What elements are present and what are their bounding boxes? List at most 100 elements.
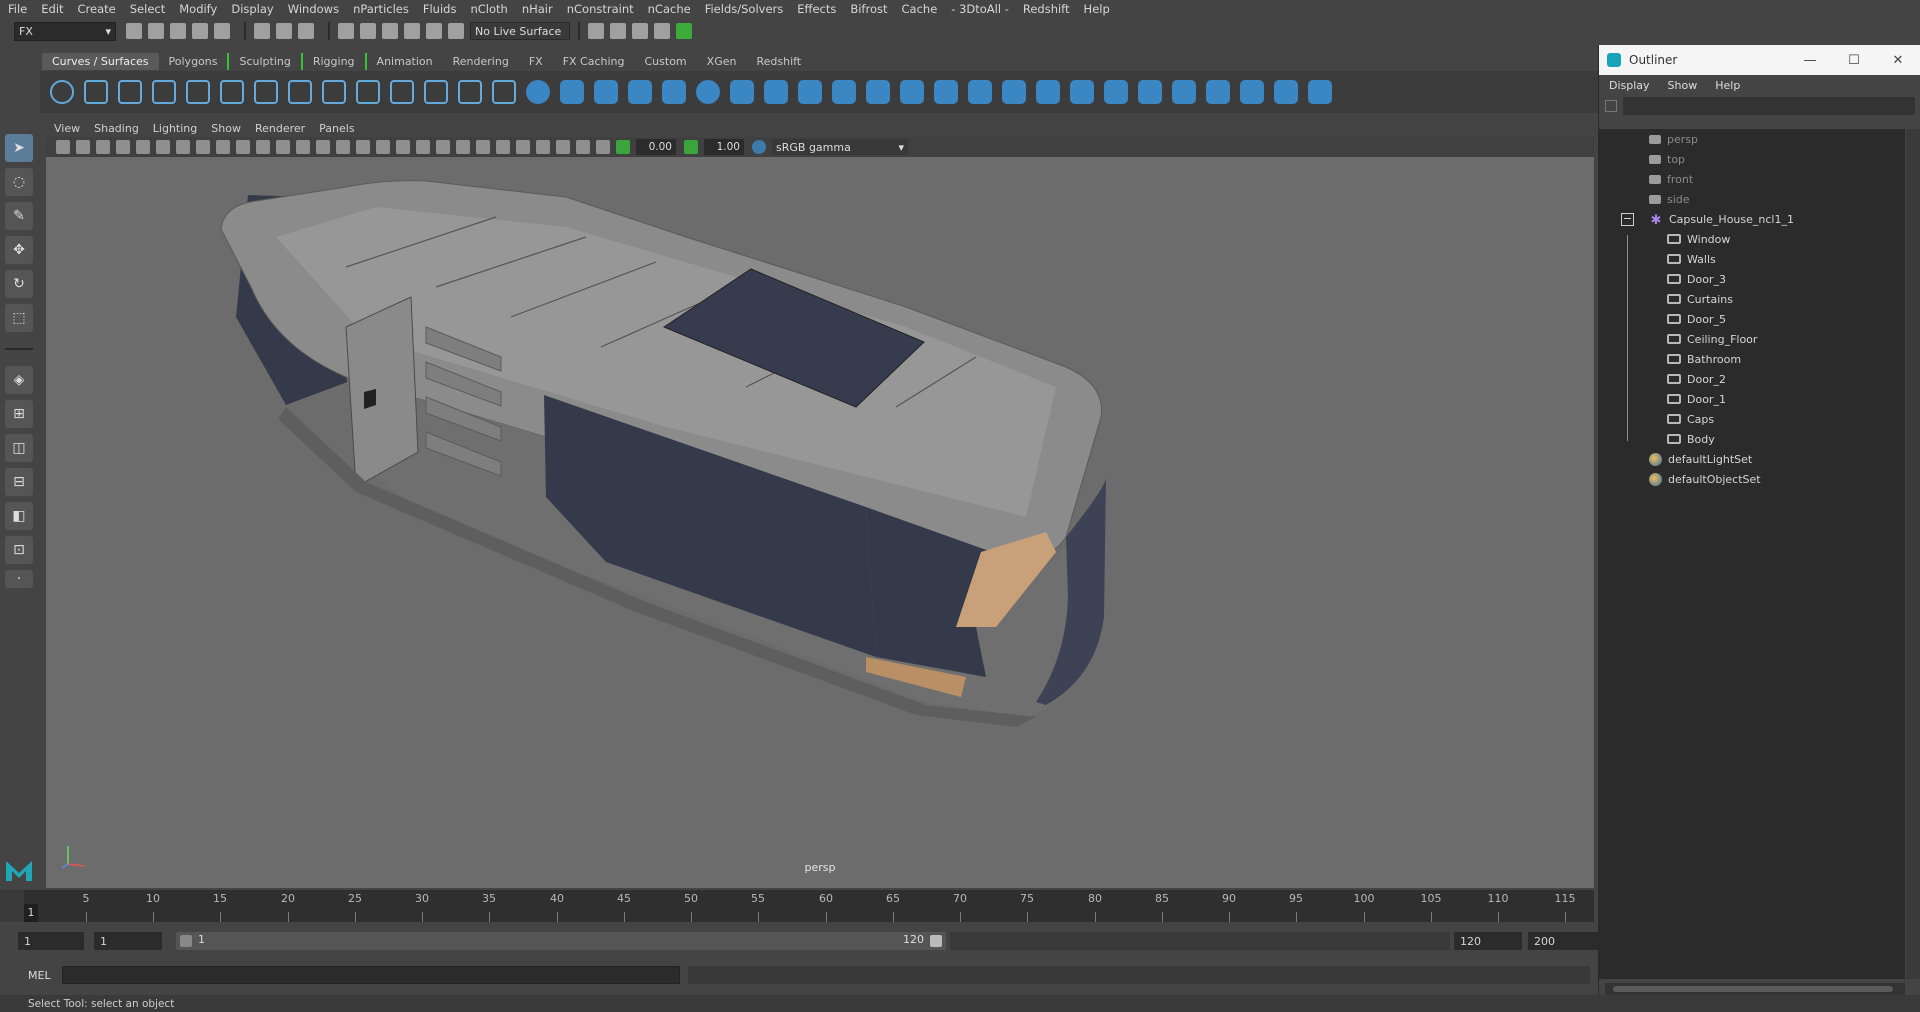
boundary-icon[interactable] (934, 80, 958, 104)
menu-3dtoall[interactable]: - 3DtoAll - (951, 2, 1009, 16)
gamma-field[interactable]: 1.00 (704, 139, 744, 155)
cv-curve-icon[interactable] (118, 80, 142, 104)
undo-icon[interactable] (192, 23, 208, 39)
film-gate-icon[interactable] (196, 140, 210, 154)
menu-modify[interactable]: Modify (179, 2, 217, 16)
menu-create[interactable]: Create (78, 2, 116, 16)
resolution-gate-icon[interactable] (216, 140, 230, 154)
tab-rigging[interactable]: Rigging (300, 53, 365, 70)
add-points-icon[interactable] (492, 80, 516, 104)
filter-icon[interactable] (1605, 100, 1617, 112)
bevel-plus-icon[interactable] (900, 80, 924, 104)
bookmark-icon[interactable] (96, 140, 110, 154)
menu-windows[interactable]: Windows (288, 2, 339, 16)
arc-curve-icon[interactable] (254, 80, 278, 104)
playback-end-field[interactable]: 120 (1454, 932, 1522, 950)
outliner-menu-display[interactable]: Display (1609, 79, 1650, 92)
nurbs-cone-icon[interactable] (628, 80, 652, 104)
anti-aliasing-icon[interactable] (496, 140, 510, 154)
camera-icon[interactable] (56, 140, 70, 154)
outliner-menu-show[interactable]: Show (1668, 79, 1698, 92)
outliner-item-side[interactable]: side (1599, 189, 1905, 209)
outliner-item-ceiling-floor[interactable]: Ceiling_Floor (1599, 329, 1905, 349)
menu-edit[interactable]: Edit (41, 2, 63, 16)
sculpt-geometry-icon[interactable] (1308, 80, 1332, 104)
snap-grid-icon[interactable] (338, 23, 354, 39)
trim-tool-icon[interactable] (1070, 80, 1094, 104)
gamma-icon[interactable] (684, 140, 698, 154)
textured-icon[interactable] (396, 140, 410, 154)
exposure-field[interactable]: 0.00 (636, 139, 676, 155)
attach-curves-icon[interactable] (288, 80, 312, 104)
outliner-item-top[interactable]: top (1599, 149, 1905, 169)
ipr-render-icon[interactable] (610, 23, 626, 39)
nurbs-sphere-icon[interactable] (526, 80, 550, 104)
perspective-viewport[interactable]: persp (46, 157, 1594, 888)
menu-select[interactable]: Select (130, 2, 165, 16)
panel-menu-view[interactable]: View (54, 122, 80, 135)
range-bar[interactable]: 1 120 (176, 932, 946, 950)
panel-menu-lighting[interactable]: Lighting (153, 122, 197, 135)
revolve-icon[interactable] (730, 80, 754, 104)
range-end-handle[interactable] (930, 935, 942, 947)
rebuild-surface-icon[interactable] (1274, 80, 1298, 104)
menu-nparticles[interactable]: nParticles (353, 2, 409, 16)
range-start-handle[interactable] (180, 935, 192, 947)
menuset-selector[interactable]: FX ▾ (14, 21, 116, 41)
extrude-icon[interactable] (832, 80, 856, 104)
insert-knot-icon[interactable] (356, 80, 380, 104)
custom-layout-icon[interactable]: ⊡ (5, 536, 33, 564)
menu-fields-solvers[interactable]: Fields/Solvers (705, 2, 784, 16)
tab-polygons[interactable]: Polygons (159, 53, 228, 70)
panel-menu-show[interactable]: Show (211, 122, 241, 135)
bezier-curve-icon[interactable] (186, 80, 210, 104)
exposure-icon[interactable] (616, 140, 630, 154)
menu-fluids[interactable]: Fluids (423, 2, 457, 16)
command-input[interactable] (62, 966, 680, 984)
menu-bifrost[interactable]: Bifrost (850, 2, 887, 16)
intersect-surfaces-icon[interactable] (1036, 80, 1060, 104)
minimize-icon[interactable]: — (1788, 53, 1832, 68)
detach-curves-icon[interactable] (322, 80, 346, 104)
tab-rendering[interactable]: Rendering (443, 53, 519, 70)
rotate-tool-icon[interactable]: ↻ (5, 270, 33, 298)
2d-pan-zoom-icon[interactable] (136, 140, 150, 154)
detach-surfaces-icon[interactable] (1172, 80, 1196, 104)
time-slider[interactable]: 5 10 15 20 25 30 35 40 45 50 55 60 65 70… (24, 890, 1594, 922)
persp-outliner-layout-icon[interactable]: ◧ (5, 502, 33, 530)
four-view-layout-icon[interactable]: ⊞ (5, 400, 33, 428)
grid-icon[interactable] (176, 140, 190, 154)
tab-sculpting[interactable]: Sculpting (227, 53, 300, 70)
untrim-icon[interactable] (1104, 80, 1128, 104)
grease-pencil-icon[interactable] (156, 140, 170, 154)
move-tool-icon[interactable]: ✥ (5, 236, 33, 264)
gate-mask-icon[interactable] (236, 140, 250, 154)
outliner-menu-help[interactable]: Help (1715, 79, 1740, 92)
persp-graph-layout-icon[interactable]: ⊟ (5, 468, 33, 496)
panel-menu-panels[interactable]: Panels (319, 122, 354, 135)
select-hierarchy-icon[interactable] (254, 23, 270, 39)
offset-curve-icon[interactable] (424, 80, 448, 104)
current-frame-marker[interactable]: 1 (24, 904, 38, 922)
image-plane-icon[interactable] (116, 140, 130, 154)
safe-title-icon[interactable] (296, 140, 310, 154)
capsule-house-model[interactable] (46, 157, 1594, 888)
paint-select-tool-icon[interactable]: ✎ (5, 202, 33, 230)
nurbs-cylinder-icon[interactable] (594, 80, 618, 104)
outliner-item-front[interactable]: front (1599, 169, 1905, 189)
birail-icon[interactable] (866, 80, 890, 104)
menu-help[interactable]: Help (1084, 2, 1110, 16)
shadows-icon[interactable] (436, 140, 450, 154)
nurbs-circle-icon[interactable] (50, 80, 74, 104)
extend-curve-icon[interactable] (390, 80, 414, 104)
outliner-item-capsule-house[interactable]: − ✱ Capsule_House_ncl1_1 (1599, 209, 1905, 229)
outliner-item-default-light-set[interactable]: defaultLightSet (1599, 449, 1905, 469)
menu-redshift[interactable]: Redshift (1023, 2, 1070, 16)
color-management-icon[interactable] (752, 140, 766, 154)
nurbs-plane-icon[interactable] (662, 80, 686, 104)
rebuild-curve-icon[interactable] (458, 80, 482, 104)
outliner-item-walls[interactable]: Walls (1599, 249, 1905, 269)
open-close-surface-icon[interactable] (1206, 80, 1230, 104)
menu-nconstraint[interactable]: nConstraint (567, 2, 634, 16)
more-layouts-icon[interactable]: · (5, 570, 33, 588)
